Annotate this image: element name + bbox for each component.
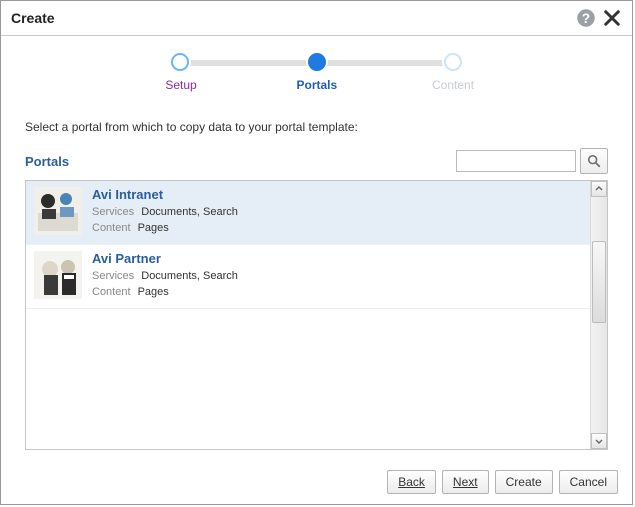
portal-row[interactable]: Avi Intranet Services Documents, Search …	[26, 181, 590, 245]
close-icon[interactable]	[602, 8, 622, 28]
portals-list-panel: Avi Intranet Services Documents, Search …	[25, 180, 608, 450]
scroll-thumb[interactable]	[592, 241, 606, 323]
content-label: Content	[92, 222, 131, 234]
portal-name: Avi Partner	[92, 251, 238, 266]
services-value: Documents, Search	[141, 270, 238, 282]
portal-name: Avi Intranet	[92, 187, 238, 202]
step-label-portals: Portals	[297, 78, 337, 92]
scrollbar[interactable]	[590, 181, 607, 449]
content-label: Content	[92, 286, 131, 298]
scroll-down-button[interactable]	[591, 433, 607, 449]
scroll-up-button[interactable]	[591, 181, 607, 197]
step-setup-dot[interactable]	[171, 53, 189, 71]
services-value: Documents, Search	[141, 206, 238, 218]
step-portals-dot[interactable]	[308, 53, 326, 71]
step-content-dot[interactable]	[444, 53, 462, 71]
section-title-portals: Portals	[25, 154, 69, 169]
content-value: Pages	[138, 286, 169, 298]
search-button[interactable]	[580, 148, 608, 174]
dialog-footer: Back Next Create Cancel	[387, 470, 618, 494]
svg-text:?: ?	[582, 11, 590, 26]
search-input[interactable]	[456, 150, 576, 172]
portals-list: Avi Intranet Services Documents, Search …	[26, 181, 590, 449]
portal-thumbnail	[34, 251, 82, 299]
dialog-title: Create	[11, 10, 55, 26]
content-value: Pages	[138, 222, 169, 234]
instruction-text: Select a portal from which to copy data …	[25, 120, 608, 134]
chevron-down-icon	[595, 437, 603, 445]
wizard-stepper: Setup Portals Content	[1, 42, 632, 102]
portal-thumbnail	[34, 187, 82, 235]
back-button[interactable]: Back	[387, 470, 436, 494]
step-label-setup: Setup	[161, 78, 201, 92]
search-icon	[587, 154, 601, 168]
portal-row[interactable]: Avi Partner Services Documents, Search C…	[26, 245, 590, 309]
titlebar: Create ?	[1, 1, 632, 36]
cancel-button[interactable]: Cancel	[559, 470, 618, 494]
create-button[interactable]: Create	[495, 470, 553, 494]
chevron-up-icon	[595, 185, 603, 193]
step-label-content: Content	[432, 78, 472, 92]
create-portal-template-dialog: Create ? Setup Portals Content Select a …	[0, 0, 633, 505]
services-label: Services	[92, 270, 134, 282]
next-button[interactable]: Next	[442, 470, 489, 494]
help-icon[interactable]: ?	[576, 8, 596, 28]
services-label: Services	[92, 206, 134, 218]
